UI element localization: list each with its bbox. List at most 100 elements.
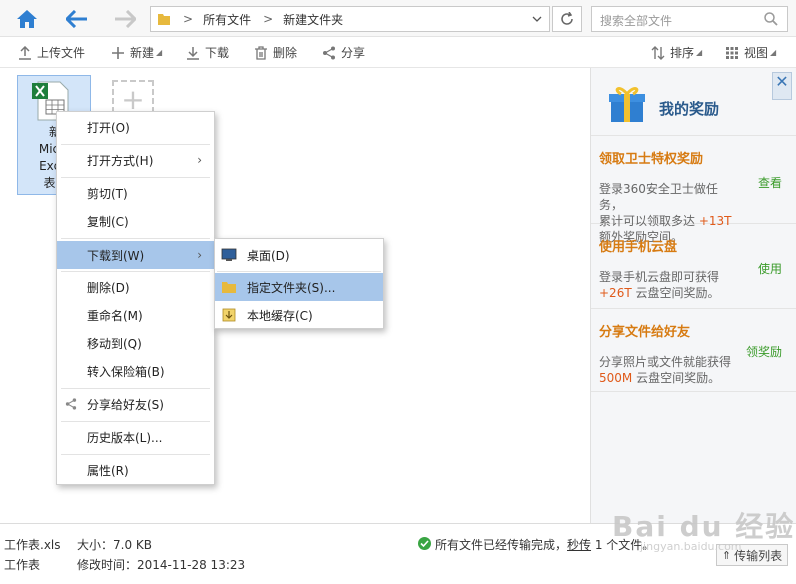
navigation-bar: > 所有文件 > 新建文件夹 搜索全部文件 <box>0 0 796 37</box>
reward-title: 分享文件给好友 <box>599 325 691 340</box>
menu-item-label: 转入保险箱(B) <box>87 364 165 379</box>
upload-button[interactable]: 上传文件 <box>18 44 85 61</box>
status-filename-type: 工作表 <box>4 558 41 572</box>
menu-item-label: 复制(C) <box>87 214 129 229</box>
menu-separator <box>61 177 210 178</box>
address-dropdown-button[interactable] <box>525 7 549 31</box>
reward-item: 领取卫士特权奖励 登录360安全卫士做任务， 累计可以领取多达 +13T 额外奖… <box>591 136 796 244</box>
reward-title: 使用手机云盘 <box>599 240 678 255</box>
share-label: 分享 <box>341 46 366 60</box>
instant-transfer-link[interactable]: 秒传 <box>567 538 591 552</box>
folder-icon <box>222 282 236 293</box>
reward-desc-line: 云盘空间奖励。 <box>636 371 721 385</box>
chevron-down-icon <box>532 16 542 22</box>
new-button[interactable]: 新建 ◢ <box>111 44 162 61</box>
context-menu: 打开(O) 打开方式(H) › 剪切(T) 复制(C) 下载到(W) › 删除(D)… <box>56 111 215 485</box>
submenu-item-desktop[interactable]: 桌面(D) <box>215 241 383 269</box>
menu-separator <box>61 454 210 455</box>
home-button[interactable] <box>14 6 40 32</box>
menu-item-history[interactable]: 历史版本(L)... <box>57 424 214 450</box>
reward-desc-line: 登录360安全卫士做任务， <box>599 182 718 212</box>
submenu-item-specified-folder[interactable]: 指定文件夹(S)... <box>215 273 383 301</box>
address-bar[interactable]: > 所有文件 > 新建文件夹 <box>150 6 550 32</box>
breadcrumb-new-folder[interactable]: 新建文件夹 <box>283 11 343 28</box>
gift-icon <box>609 87 645 122</box>
search-box[interactable]: 搜索全部文件 <box>591 6 788 32</box>
status-file-size: 大小：7.0 KB <box>77 538 153 552</box>
status-message-text: 所有文件已经传输完成， <box>435 538 568 552</box>
home-icon <box>17 10 37 28</box>
menu-item-delete[interactable]: 删除(D) <box>57 274 214 300</box>
close-panel-button[interactable]: ✕ <box>772 72 792 100</box>
menu-item-open-with[interactable]: 打开方式(H) › <box>57 147 214 173</box>
reward-description: 分享照片或文件就能获得 500M 云盘空间奖励。 <box>599 354 739 386</box>
submenu-item-local-cache[interactable]: 本地缓存(C) <box>215 301 383 329</box>
reward-item: 使用手机云盘 登录手机云盘即可获得 +26T 云盘空间奖励。 使用 <box>591 224 796 309</box>
desktop-icon <box>221 248 237 261</box>
menu-item-download-to[interactable]: 下载到(W) › <box>57 241 214 269</box>
reward-amount: 500M <box>599 371 633 385</box>
menu-item-label: 下载到(W) <box>87 248 145 263</box>
reward-view-link[interactable]: 查看 <box>758 174 782 191</box>
reward-desc-line: 云盘空间奖励。 <box>635 286 720 300</box>
dropdown-caret: ◢ <box>696 48 703 57</box>
sort-button[interactable]: 排序 ◢ <box>651 44 702 61</box>
check-circle-icon <box>418 537 431 550</box>
menu-item-label: 属性(R) <box>87 463 129 478</box>
reward-desc-line: 登录手机云盘即可获得 <box>599 270 720 284</box>
reward-title: 领取卫士特权奖励 <box>599 152 704 167</box>
menu-item-share-to-friend[interactable]: 分享给好友(S) <box>57 391 214 417</box>
share-icon <box>323 46 335 59</box>
reward-use-link[interactable]: 使用 <box>758 260 782 277</box>
search-placeholder: 搜索全部文件 <box>600 14 673 28</box>
delete-label: 删除 <box>273 46 298 60</box>
submenu-item-label: 本地缓存(C) <box>247 308 313 323</box>
submenu-item-label: 指定文件夹(S)... <box>247 280 336 295</box>
menu-item-label: 重命名(M) <box>87 308 143 323</box>
search-icon[interactable] <box>763 11 779 27</box>
forward-button[interactable] <box>112 6 138 32</box>
menu-item-rename[interactable]: 重命名(M) <box>57 302 214 328</box>
baidu-watermark: Bai du 经验 <box>612 510 796 543</box>
refresh-icon <box>561 12 573 25</box>
submenu-item-label: 桌面(D) <box>247 248 290 263</box>
breadcrumb-all-files[interactable]: 所有文件 <box>203 11 251 28</box>
local-cache-icon <box>222 308 236 322</box>
menu-item-copy[interactable]: 复制(C) <box>57 208 214 234</box>
forward-arrow-icon <box>115 10 136 28</box>
menu-separator <box>61 421 210 422</box>
delete-button[interactable]: 删除 <box>254 44 297 61</box>
reward-claim-link[interactable]: 领奖励 <box>746 343 782 360</box>
share-icon <box>65 398 77 410</box>
back-arrow-icon <box>66 10 87 28</box>
folder-icon <box>158 14 170 25</box>
grid-view-icon <box>726 46 738 59</box>
menu-item-open[interactable]: 打开(O) <box>57 114 214 140</box>
menu-item-label: 分享给好友(S) <box>87 397 164 412</box>
download-to-submenu: 桌面(D) 指定文件夹(S)... 本地缓存(C) <box>214 238 384 329</box>
menu-item-properties[interactable]: 属性(R) <box>57 457 214 483</box>
share-button[interactable]: 分享 <box>322 44 365 61</box>
menu-item-label: 移动到(Q) <box>87 336 142 351</box>
close-icon: ✕ <box>775 72 789 91</box>
status-modified-time: 修改时间：2014-11-28 13:23 <box>77 558 246 572</box>
view-button[interactable]: 视图 ◢ <box>725 44 776 61</box>
menu-item-move-to[interactable]: 移动到(Q) <box>57 330 214 356</box>
rewards-header: 我的奖励 ✕ <box>591 68 796 136</box>
watermark-url: jingyan.baidu.com <box>640 540 742 553</box>
menu-separator <box>61 271 210 272</box>
back-button[interactable] <box>64 6 90 32</box>
reward-amount: +26T <box>599 286 632 300</box>
menu-item-move-to-safe[interactable]: 转入保险箱(B) <box>57 358 214 384</box>
dropdown-caret: ◢ <box>770 48 777 57</box>
menu-item-cut[interactable]: 剪切(T) <box>57 180 214 206</box>
menu-item-label: 打开方式(H) <box>87 153 154 168</box>
menu-separator <box>61 388 210 389</box>
trash-icon <box>255 45 267 60</box>
download-button[interactable]: 下载 <box>186 44 229 61</box>
menu-item-label: 删除(D) <box>87 280 130 295</box>
download-icon <box>187 46 199 60</box>
chevron-right-icon: › <box>197 153 202 167</box>
menu-item-label: 历史版本(L)... <box>87 430 163 445</box>
refresh-button[interactable] <box>552 6 582 32</box>
